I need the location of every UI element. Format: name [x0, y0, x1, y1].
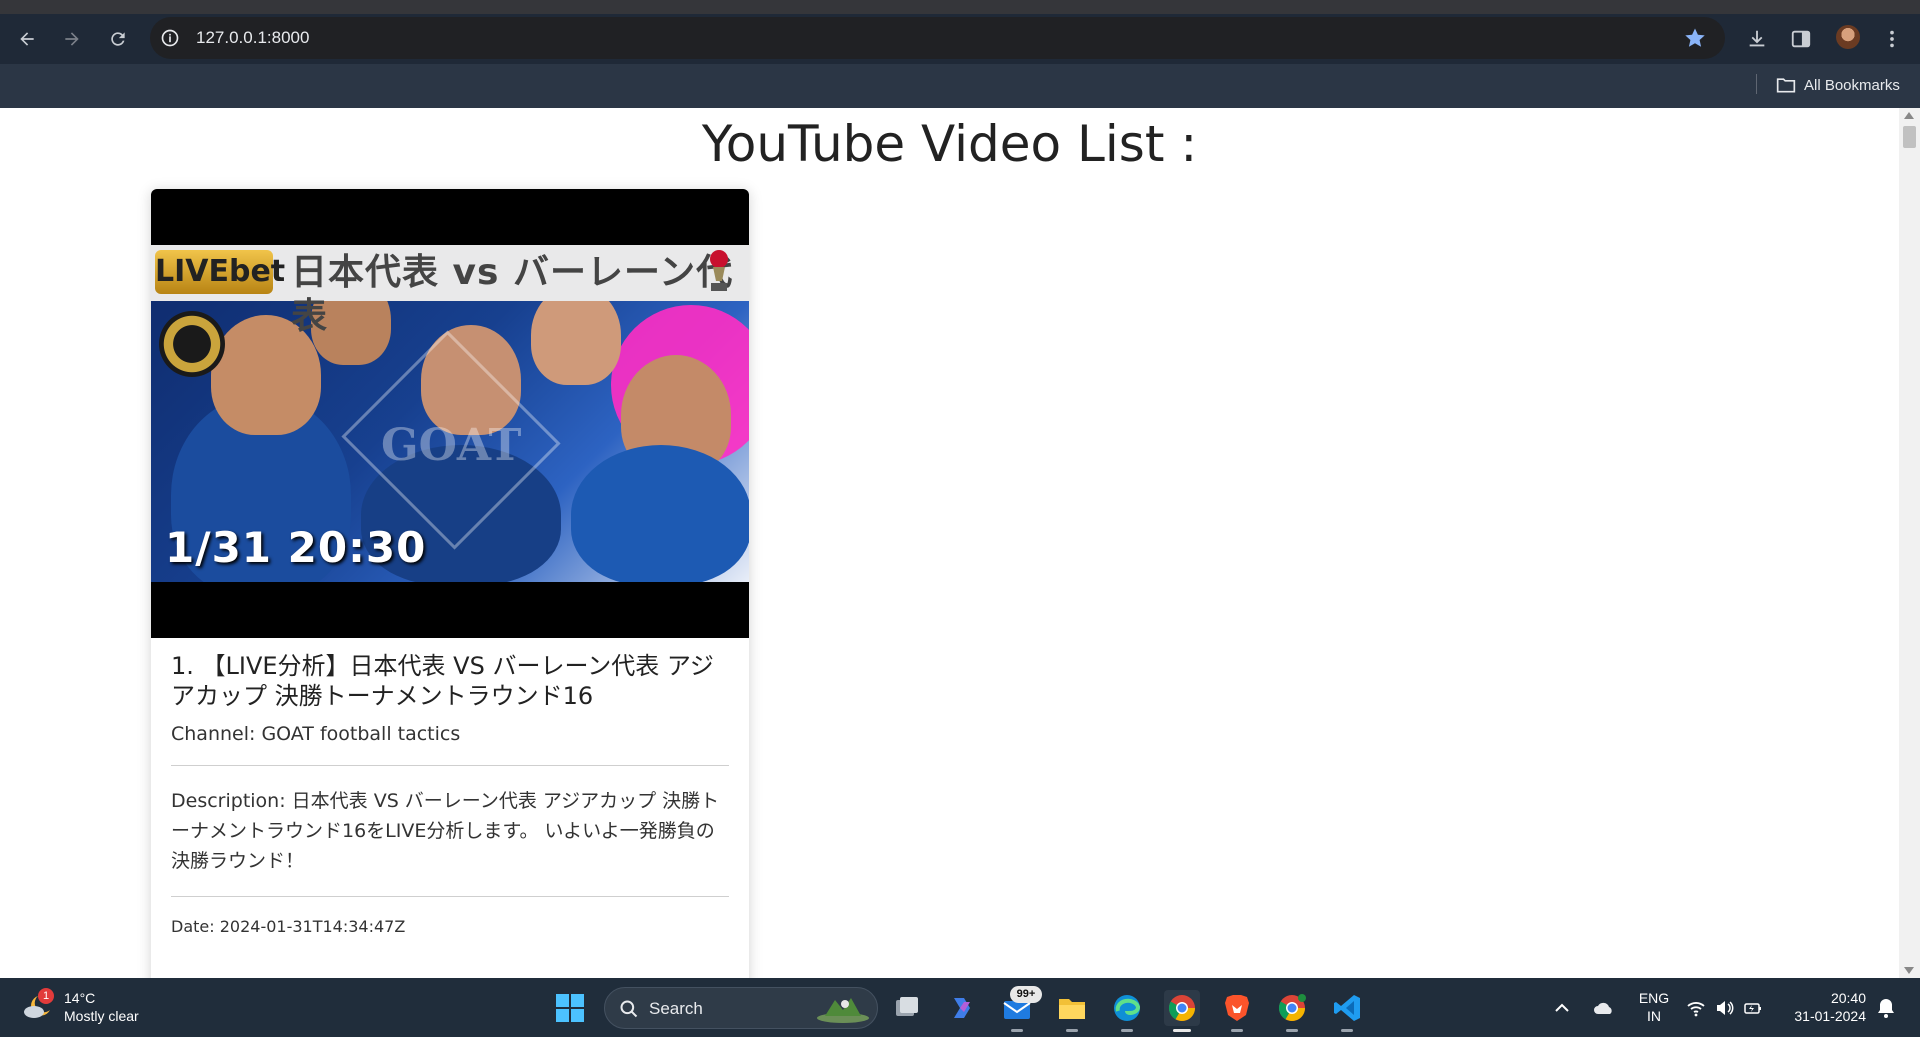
clock-date[interactable]: 31-01-2024 — [1786, 1008, 1866, 1024]
chrome-icon — [1278, 994, 1306, 1022]
weather-badge: 1 — [38, 988, 54, 1004]
chrome-profile-button[interactable] — [1274, 990, 1310, 1032]
brave-lion-icon — [1225, 995, 1249, 1021]
windows-logo-icon — [556, 994, 584, 1022]
folder-icon — [1776, 78, 1796, 93]
reload-icon — [111, 32, 125, 46]
url-text[interactable]: 127.0.0.1:8000 — [196, 27, 309, 49]
page-title: YouTube Video List : — [701, 115, 1198, 173]
thumbnail-banner: LIVEbet 日本代表 vs バーレーン代表 — [151, 245, 749, 337]
coin-emblem — [159, 311, 225, 377]
search-highlight-icon — [817, 998, 869, 1023]
start-button[interactable] — [552, 990, 588, 1026]
weather-widget[interactable]: 1 14°C Mostly clear — [22, 988, 172, 1028]
mail-unread-badge: 99+ — [1010, 986, 1042, 1003]
running-indicator — [1066, 1029, 1078, 1032]
running-indicator — [1341, 1029, 1353, 1032]
clock-time[interactable]: 20:40 — [1800, 990, 1866, 1006]
browser-chrome: 127.0.0.1:8000 All Bookmarks — [0, 0, 1920, 108]
page-scrollbar[interactable] — [1899, 108, 1920, 978]
site-info-icon[interactable] — [160, 28, 180, 48]
divider — [171, 765, 729, 766]
wifi-icon[interactable] — [1686, 998, 1706, 1018]
vscode-button[interactable] — [1329, 990, 1365, 1032]
scrollbar-thumb[interactable] — [1903, 126, 1916, 148]
chrome-button[interactable] — [1164, 990, 1200, 1032]
bookmarks-bar: All Bookmarks — [0, 64, 1920, 108]
task-view-icon — [896, 997, 918, 1016]
video-player[interactable]: GOAT LIVEbet 日本代表 vs バーレーン代表 1/31 20:30 — [151, 189, 749, 638]
browser-toolbar: 127.0.0.1:8000 — [0, 14, 1920, 64]
arrow-left-icon — [20, 32, 34, 46]
video-description: Description: 日本代表 VS バーレーン代表 アジアカップ 決勝トー… — [171, 790, 720, 872]
livebet-logo: LIVEbet — [155, 250, 285, 294]
file-explorer-button[interactable] — [1054, 990, 1090, 1032]
video-card: GOAT LIVEbet 日本代表 vs バーレーン代表 1/31 20:30 … — [151, 189, 749, 978]
scroll-down-arrow-icon[interactable] — [1904, 967, 1914, 974]
all-bookmarks-label: All Bookmarks — [1804, 76, 1900, 94]
weather-description: Mostly clear — [64, 1008, 139, 1024]
thumbnail-figure — [571, 445, 749, 582]
all-bookmarks-button[interactable]: All Bookmarks — [1776, 74, 1900, 96]
edge-icon — [1114, 995, 1141, 1021]
bookmark-star-icon[interactable] — [1683, 26, 1707, 50]
download-icon — [1749, 30, 1765, 47]
profile-avatar[interactable] — [1836, 25, 1860, 49]
copilot-button[interactable] — [944, 990, 980, 1026]
video-title: 1. 【LIVE分析】日本代表 VS バーレーン代表 アジアカップ 決勝トーナメ… — [171, 652, 714, 710]
vscode-icon — [1334, 995, 1360, 1021]
volume-icon[interactable] — [1714, 998, 1734, 1018]
video-thumbnail[interactable]: GOAT LIVEbet 日本代表 vs バーレーン代表 1/31 20:30 — [151, 245, 749, 582]
battery-icon[interactable] — [1743, 998, 1763, 1018]
chevron-up-icon[interactable] — [1552, 998, 1572, 1018]
address-bar[interactable]: 127.0.0.1:8000 — [150, 17, 1725, 59]
video-card-body: 1. 【LIVE分析】日本代表 VS バーレーン代表 アジアカップ 決勝トーナメ… — [171, 651, 729, 936]
arrow-right-icon — [65, 32, 79, 46]
chrome-icon — [1168, 995, 1196, 1022]
notification-bell-icon[interactable] — [1876, 997, 1896, 1019]
video-channel: Channel: GOAT football tactics — [171, 723, 461, 745]
taskbar-search[interactable]: Search — [604, 987, 878, 1029]
scroll-up-arrow-icon[interactable] — [1904, 112, 1914, 119]
copilot-icon — [954, 998, 970, 1018]
running-indicator — [1286, 1029, 1298, 1032]
thumbnail-watermark: GOAT — [381, 420, 522, 471]
language-indicator[interactable]: ENG — [1636, 990, 1672, 1006]
back-button[interactable] — [11, 23, 43, 55]
bookmarks-separator — [1756, 74, 1757, 94]
trophy-icon — [710, 250, 728, 291]
language-region[interactable]: IN — [1636, 1008, 1672, 1024]
running-indicator — [1121, 1029, 1133, 1032]
video-date: Date: 2024-01-31T14:34:47Z — [171, 917, 406, 936]
downloads-button[interactable] — [1743, 25, 1771, 53]
side-panel-button[interactable] — [1787, 25, 1815, 53]
thumbnail-headline: 日本代表 vs バーレーン代表 — [291, 252, 734, 337]
brave-button[interactable] — [1219, 990, 1255, 1032]
onedrive-cloud-icon[interactable] — [1592, 998, 1616, 1018]
browser-menu-button[interactable] — [1878, 25, 1906, 53]
edge-button[interactable] — [1109, 990, 1145, 1032]
divider — [171, 896, 729, 897]
active-indicator — [1173, 1029, 1191, 1032]
forward-button[interactable] — [56, 23, 88, 55]
weather-temperature: 14°C — [64, 990, 96, 1006]
search-label: Search — [649, 999, 703, 1018]
running-indicator — [1011, 1029, 1023, 1032]
more-vertical-icon — [1890, 30, 1894, 48]
task-view-button[interactable] — [889, 990, 925, 1026]
page-content: YouTube Video List : GOAT LIVEbet 日本代表 v… — [0, 108, 1899, 978]
reload-button[interactable] — [102, 23, 134, 55]
side-panel-icon — [1791, 30, 1811, 48]
thumbnail-time: 1/31 20:30 — [165, 523, 427, 572]
folder-icon — [1059, 999, 1085, 1019]
windows-taskbar: 1 14°C Mostly clear Search 99+ ENG IN 20… — [0, 978, 1920, 1037]
search-icon — [620, 1000, 638, 1018]
running-indicator — [1231, 1029, 1243, 1032]
